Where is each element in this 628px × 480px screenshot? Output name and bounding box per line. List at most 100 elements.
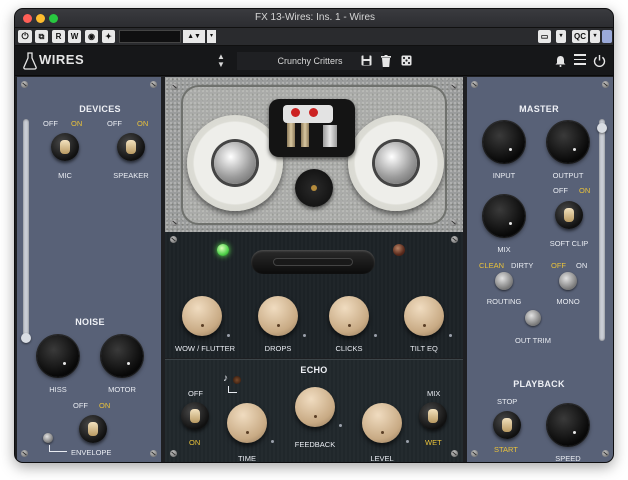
sync-note-icon: ♪	[223, 373, 228, 384]
wow-flutter-knob[interactable]	[182, 296, 222, 336]
screw	[21, 450, 28, 457]
output-knob[interactable]	[547, 121, 589, 163]
flask-icon	[23, 52, 37, 70]
echo-mix-label: MIX	[427, 389, 441, 398]
echo-time-knob[interactable]	[227, 403, 267, 443]
param-field[interactable]	[119, 30, 181, 43]
screw	[150, 81, 157, 88]
devices-title: DEVICES	[79, 104, 121, 114]
envelope-label: ENVELOPE	[71, 448, 112, 457]
routing-label: ROUTING	[486, 297, 522, 306]
speaker-label: SPEAKER	[113, 171, 149, 180]
routing-switch[interactable]	[495, 272, 513, 290]
input-gain-slider[interactable]	[23, 119, 29, 341]
compare-icon[interactable]: ⧉	[35, 30, 48, 43]
echo-level-knob[interactable]	[362, 403, 402, 443]
screw	[471, 81, 478, 88]
fx-section: WOW / FLUTTER DROPS CLICKS TILT EQ	[165, 232, 463, 358]
echo-feedback-label: FEEDBACK	[294, 440, 336, 449]
range-dot	[374, 334, 377, 337]
hiss-knob[interactable]	[37, 335, 79, 377]
mix-label: MIX	[497, 245, 511, 254]
power-icon[interactable]: ⏻	[18, 30, 32, 43]
drops-label: DROPS	[264, 344, 292, 353]
sync-link-line	[228, 386, 237, 393]
input-gain-slider-handle[interactable]	[21, 333, 31, 343]
notification-bell-icon[interactable]	[555, 55, 566, 67]
master-title: MASTER	[519, 104, 559, 114]
range-dot	[271, 440, 274, 443]
param-dropdown-icon[interactable]: ▾	[207, 30, 216, 43]
motor-label: MOTOR	[108, 385, 136, 394]
mic-toggle-switch[interactable]	[51, 133, 79, 161]
stop-label: STOP	[497, 397, 518, 406]
echo-mix-toggle-switch[interactable]	[419, 402, 447, 430]
soft-clip-toggle-switch[interactable]	[555, 201, 583, 229]
input-knob[interactable]	[483, 121, 525, 163]
drops-knob[interactable]	[258, 296, 298, 336]
mono-switch[interactable]	[559, 272, 577, 290]
out-trim-knob[interactable]	[525, 310, 541, 326]
menu-icon[interactable]	[574, 54, 586, 65]
mic-label: MIC	[58, 171, 72, 180]
power-icon[interactable]	[593, 54, 606, 67]
envelope-link-line	[49, 445, 67, 452]
screw	[171, 219, 178, 226]
ui-toggle-icon[interactable]	[602, 30, 612, 43]
hiss-label: HISS	[49, 385, 67, 394]
echo-toggle-switch[interactable]	[181, 402, 209, 430]
speaker-off-label: OFF	[107, 119, 122, 128]
qc-dropdown-icon[interactable]: ▾	[590, 30, 600, 43]
write-automation-button[interactable]: W	[68, 30, 81, 43]
plugin-logo: WIRES	[39, 52, 85, 67]
io-icon[interactable]: ▭	[538, 30, 551, 43]
echo-level-label: LEVEL	[370, 454, 394, 463]
preset-stepper-icon[interactable]: ▲ ▼	[217, 53, 225, 69]
range-dot	[449, 334, 452, 337]
mix-knob[interactable]	[483, 195, 525, 237]
envelope-toggle-switch[interactable]	[79, 415, 107, 443]
plugin-header: WIRES ▲ ▼ Crunchy Critters	[15, 46, 613, 76]
screw	[171, 83, 178, 90]
playback-toggle-switch[interactable]	[493, 411, 521, 439]
motor-knob[interactable]	[101, 335, 143, 377]
noise-title: NOISE	[75, 317, 105, 327]
screw	[170, 450, 177, 457]
delete-icon[interactable]	[381, 55, 391, 67]
qc-button[interactable]: QC	[572, 30, 588, 43]
output-gain-slider[interactable]	[599, 119, 605, 341]
read-automation-button[interactable]: R	[52, 30, 65, 43]
echo-feedback-knob[interactable]	[295, 387, 335, 427]
speed-knob[interactable]	[547, 404, 589, 446]
sync-led	[233, 376, 241, 384]
output-label: OUTPUT	[552, 171, 584, 180]
range-dot	[339, 424, 342, 427]
title-bar: FX 13-Wires: Ins. 1 - Wires	[15, 9, 613, 28]
bypass-icon[interactable]: ◉	[85, 30, 98, 43]
echo-on-label: ON	[189, 438, 201, 447]
tilt-eq-knob[interactable]	[404, 296, 444, 336]
screw	[21, 81, 28, 88]
io-dropdown-icon[interactable]: ▾	[556, 30, 566, 43]
pin-icon[interactable]: ✦	[102, 30, 115, 43]
speaker-toggle-switch[interactable]	[117, 133, 145, 161]
screw	[602, 450, 609, 457]
screw	[450, 219, 457, 226]
param-stepper[interactable]: ▲▼	[183, 30, 205, 43]
routing-dirty-label: DIRTY	[511, 261, 534, 270]
soft-clip-off-label: OFF	[553, 186, 568, 195]
envelope-trim-knob[interactable]	[43, 433, 53, 443]
randomize-icon[interactable]	[401, 55, 412, 66]
speaker-on-label: ON	[137, 119, 149, 128]
clicks-label: CLICKS	[335, 344, 363, 353]
output-gain-slider-handle[interactable]	[597, 123, 607, 133]
envelope-off-label: OFF	[73, 401, 88, 410]
clicks-knob[interactable]	[329, 296, 369, 336]
tube-window	[251, 250, 375, 274]
save-icon[interactable]	[361, 55, 372, 66]
range-dot	[303, 334, 306, 337]
clip-led	[393, 244, 405, 256]
echo-title: ECHO	[300, 365, 328, 375]
range-dot	[227, 334, 230, 337]
speed-label: SPEED	[555, 454, 581, 463]
